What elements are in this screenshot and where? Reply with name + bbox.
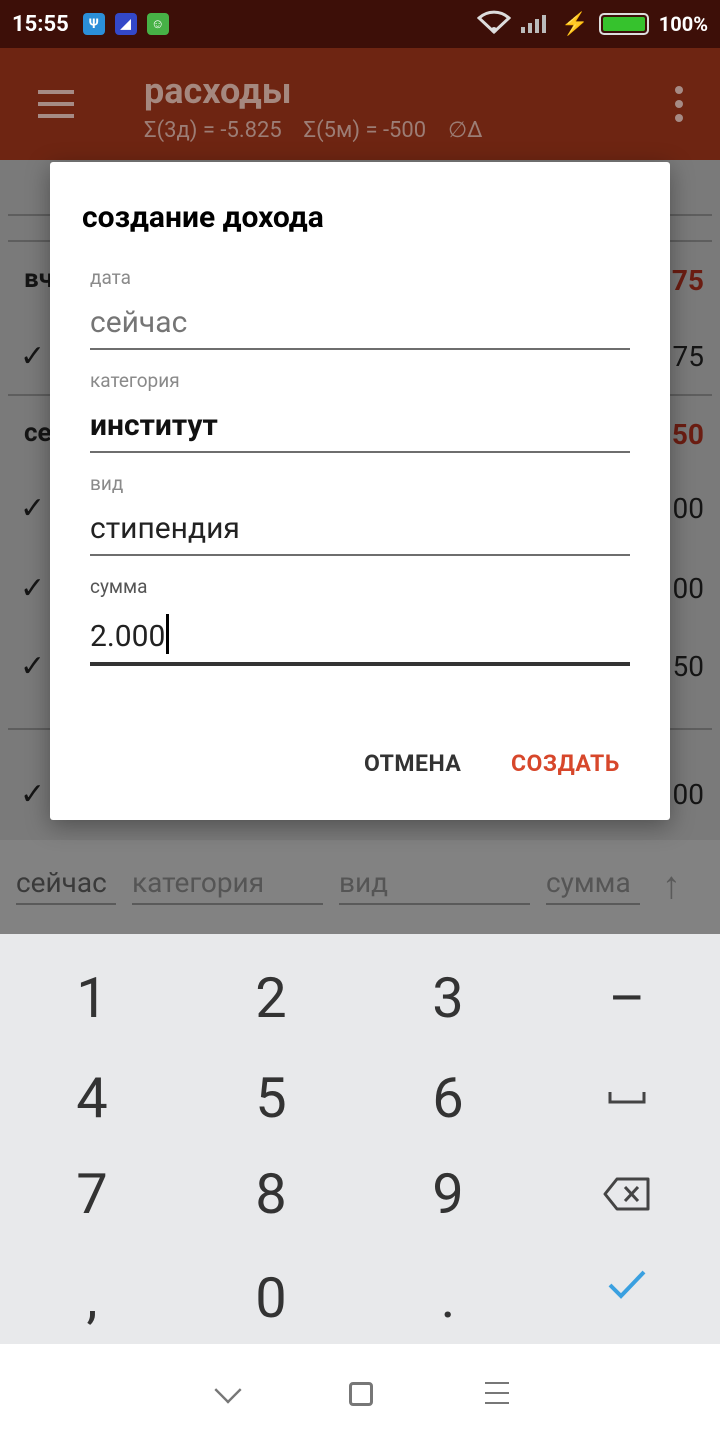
dialog-title: создание дохода — [82, 200, 324, 235]
key-9[interactable]: 9 — [358, 1144, 538, 1244]
home-icon[interactable] — [349, 1382, 373, 1406]
done-key[interactable] — [537, 1234, 717, 1334]
usb-icon: Ψ — [82, 13, 105, 35]
key-minus[interactable]: – — [537, 948, 717, 1048]
app-icon: ◢ — [114, 13, 137, 35]
kind-field[interactable]: вид стипендия — [90, 472, 630, 556]
key-8[interactable]: 8 — [181, 1144, 361, 1244]
key-6[interactable]: 6 — [358, 1048, 538, 1148]
app-bar: расходы Σ(3д) = -5.825 Σ(5м) = -500 ∅Δ — [0, 48, 720, 160]
key-5[interactable]: 5 — [181, 1048, 361, 1148]
text-cursor — [166, 614, 170, 654]
battery-percent: 100% — [658, 12, 708, 36]
category-value[interactable]: институт — [90, 408, 630, 453]
navigation-bar — [0, 1344, 720, 1440]
backspace-icon — [603, 1177, 650, 1211]
date-input[interactable]: сейчас — [16, 866, 116, 905]
summary-line: Σ(3д) = -5.825 Σ(5м) = -500 ∅Δ — [144, 118, 483, 143]
key-2[interactable]: 2 — [181, 948, 361, 1048]
check-icon: ✓ — [20, 649, 46, 684]
kind-value[interactable]: стипендия — [90, 511, 630, 556]
back-icon[interactable] — [214, 1376, 242, 1404]
key-0[interactable]: 0 — [181, 1248, 361, 1348]
android-icon: ☺ — [146, 13, 169, 35]
category-field[interactable]: категория институт — [90, 369, 630, 453]
arrow-up-icon[interactable]: ↑ — [662, 866, 698, 906]
category-input[interactable]: категория — [132, 866, 323, 905]
numeric-keyboard: 1 2 3 – 4 5 6 7 8 9 , 0 . — [0, 934, 720, 1344]
amount-input[interactable]: сумма — [546, 866, 640, 905]
wifi-icon — [477, 10, 512, 39]
date-value[interactable]: сейчас — [90, 305, 630, 350]
check-icon: ✓ — [20, 339, 46, 374]
backspace-key[interactable] — [537, 1144, 717, 1244]
key-period[interactable]: . — [358, 1248, 538, 1348]
amount-field[interactable]: сумма 2.000 — [90, 575, 630, 666]
category-label: категория — [90, 369, 180, 392]
check-icon: ✓ — [20, 491, 46, 526]
space-key[interactable] — [537, 1048, 717, 1148]
amount-value: 2.000 — [90, 619, 166, 654]
signal-icon — [521, 11, 551, 38]
menu-icon[interactable] — [38, 90, 74, 118]
key-3[interactable]: 3 — [358, 948, 538, 1048]
key-1[interactable]: 1 — [2, 948, 182, 1048]
kind-label: вид — [90, 472, 124, 495]
key-4[interactable]: 4 — [2, 1048, 182, 1148]
amount-value-wrap[interactable]: 2.000 — [90, 614, 630, 666]
create-button[interactable]: СОЗДАТЬ — [511, 750, 620, 777]
charging-icon: ⚡ — [561, 11, 589, 37]
status-time: 15:55 — [12, 11, 69, 37]
create-income-dialog: создание дохода дата сейчас категория ин… — [50, 162, 670, 820]
space-icon — [608, 1092, 646, 1104]
checkmark-icon — [608, 1270, 646, 1299]
kind-input[interactable]: вид — [339, 866, 530, 905]
check-icon: ✓ — [20, 777, 46, 812]
check-icon: ✓ — [20, 571, 46, 606]
page-title: расходы — [144, 70, 292, 112]
recents-icon[interactable] — [485, 1382, 509, 1404]
key-comma[interactable]: , — [2, 1248, 182, 1348]
battery-icon — [598, 13, 649, 35]
amount-label: сумма — [90, 575, 148, 598]
date-label: дата — [90, 266, 131, 289]
key-7[interactable]: 7 — [2, 1144, 182, 1244]
cancel-button[interactable]: ОТМЕНА — [364, 750, 461, 777]
status-bar: 15:55 Ψ ◢ ☺ ⚡ 100% — [0, 0, 720, 48]
quick-add-row: сейчас категория вид сумма ↑ — [0, 840, 720, 934]
date-field[interactable]: дата сейчас — [90, 266, 630, 350]
overflow-menu-icon[interactable] — [674, 86, 684, 122]
